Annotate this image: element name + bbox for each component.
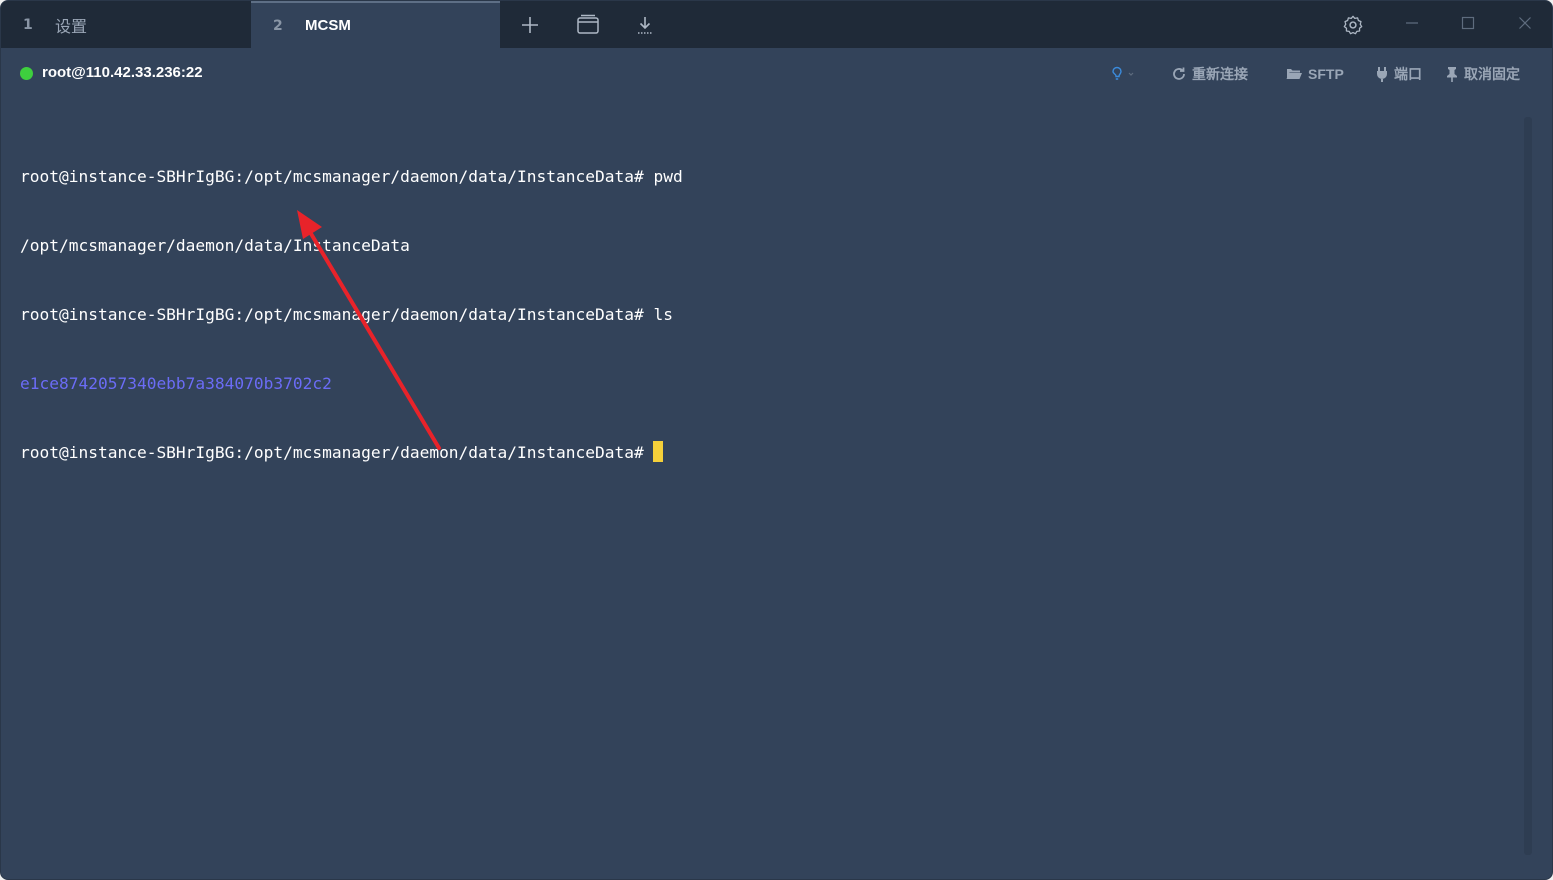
gear-icon[interactable] [1341, 13, 1365, 37]
lightbulb-icon [1112, 66, 1134, 80]
refresh-icon [1173, 67, 1185, 80]
terminal-line-directory: e1ce8742057340ebb7a384070b3702c2 [20, 374, 332, 393]
folder-open-icon [1286, 69, 1302, 79]
window-icon[interactable] [576, 13, 600, 37]
tab-label: 设置 [55, 16, 88, 36]
reconnect-label: 重新连接 [1192, 67, 1248, 83]
sftp-label: SFTP [1308, 66, 1344, 82]
terminal-prompt-line: root@instance-SBHrIgBG:/opt/mcsmanager/d… [20, 441, 1510, 464]
plug-icon [1377, 67, 1387, 82]
title-bar: 1 设置 2 MCSM [1, 1, 1552, 48]
terminal-cursor [653, 441, 664, 462]
port-label: 端口 [1394, 67, 1422, 83]
terminal-line: root@instance-SBHrIgBG:/opt/mcsmanager/d… [20, 167, 683, 186]
sftp-button[interactable]: SFTP [1285, 64, 1344, 84]
tab-mcsm[interactable]: 2 MCSM [251, 1, 500, 48]
terminal-output[interactable]: root@instance-SBHrIgBG:/opt/mcsmanager/d… [20, 119, 1510, 859]
close-icon[interactable] [1511, 11, 1539, 35]
unpin-button[interactable]: 取消固定 [1445, 64, 1520, 84]
terminal-scrollbar[interactable] [1524, 117, 1532, 855]
tab-settings[interactable]: 1 设置 [1, 1, 250, 48]
maximize-icon[interactable] [1454, 11, 1482, 35]
tab-index: 2 [273, 17, 283, 34]
port-button[interactable]: 端口 [1375, 64, 1422, 84]
terminal-window: 1 设置 2 MCSM root@110.42.33.236:22 重新连接 S… [0, 0, 1553, 880]
pin-icon [1447, 67, 1457, 82]
tab-index: 1 [23, 16, 33, 33]
download-icon[interactable] [633, 13, 657, 37]
connection-status-dot [20, 67, 33, 80]
minimize-icon[interactable] [1398, 11, 1426, 35]
connection-bar: root@110.42.33.236:22 重新连接 SFTP 端口 取消固定 [1, 48, 1552, 100]
terminal-line: /opt/mcsmanager/daemon/data/InstanceData [20, 236, 410, 255]
terminal-line: root@instance-SBHrIgBG:/opt/mcsmanager/d… [20, 305, 673, 324]
tab-label: MCSM [305, 17, 351, 34]
reconnect-button[interactable]: 重新连接 [1171, 64, 1248, 84]
terminal-prompt: root@instance-SBHrIgBG:/opt/mcsmanager/d… [20, 443, 654, 462]
unpin-label: 取消固定 [1464, 67, 1520, 83]
host-address: root@110.42.33.236:22 [42, 64, 203, 81]
plus-icon[interactable] [518, 13, 542, 37]
hint-dropdown[interactable] [1110, 64, 1139, 84]
